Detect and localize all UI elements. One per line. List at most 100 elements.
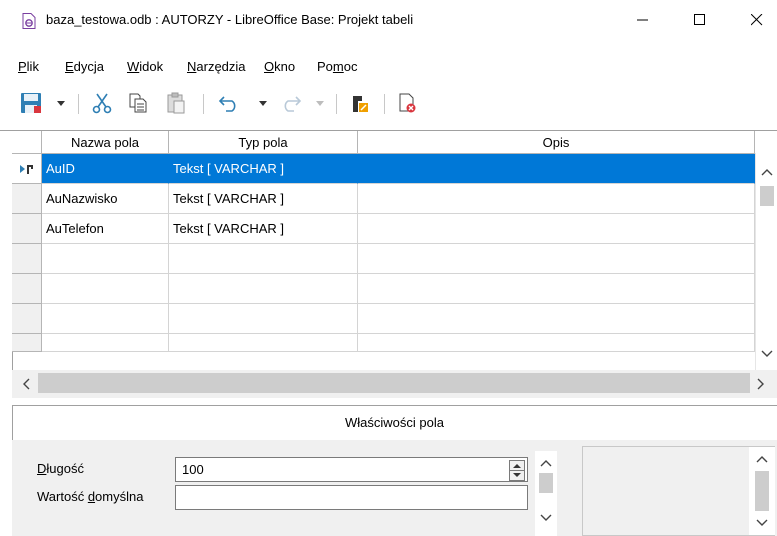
field-properties-panel: Długość 100 Wartość domyślna [12, 440, 777, 536]
cell-field-name[interactable] [42, 244, 169, 274]
copy-icon [129, 93, 147, 113]
menu-pomoc-rest: oc [343, 59, 358, 74]
row-header[interactable] [12, 244, 42, 274]
minimize-button[interactable] [620, 0, 666, 40]
save-dropdown-button[interactable] [54, 86, 68, 120]
cell-field-description[interactable] [358, 304, 755, 334]
cell-field-name[interactable]: AuTelefon [42, 214, 169, 244]
menu-widok[interactable]: Widok [127, 59, 163, 74]
undo-dropdown-button[interactable] [256, 86, 270, 120]
row-header[interactable] [12, 304, 42, 334]
spin-arrows-icon [510, 464, 524, 477]
index-design-button[interactable] [393, 86, 421, 120]
column-header-typ[interactable]: Typ pola [169, 131, 358, 154]
paste-icon [167, 92, 185, 114]
cell-field-type[interactable] [169, 274, 358, 304]
header-filler [755, 131, 777, 154]
toolbar-separator [336, 94, 337, 114]
row-header[interactable] [12, 184, 42, 214]
save-button[interactable] [18, 86, 44, 120]
scroll-down-icon[interactable] [540, 514, 552, 522]
field-properties-header: Właściwości pola [12, 405, 777, 441]
cell-field-type[interactable]: Tekst [ VARCHAR ] [169, 214, 358, 244]
paste-button[interactable] [162, 86, 190, 120]
row-header[interactable] [12, 334, 42, 352]
horizontal-scrollbar[interactable] [12, 370, 777, 398]
menu-okno[interactable]: Okno [264, 59, 295, 74]
horizontal-scroll-thumb[interactable] [38, 373, 750, 393]
cell-field-name[interactable] [42, 334, 169, 352]
copy-button[interactable] [124, 86, 152, 120]
cell-field-name[interactable]: AuNazwisko [42, 184, 169, 214]
menu-plik[interactable]: Plik [18, 59, 39, 74]
save-icon [21, 93, 41, 113]
cell-field-type[interactable] [169, 244, 358, 274]
table-design-grid: Nazwa pola Typ pola Opis AuID Tekst [ VA… [0, 130, 777, 399]
row-header[interactable] [12, 274, 42, 304]
scroll-right-icon[interactable] [757, 378, 765, 390]
splitter[interactable] [0, 398, 777, 405]
cell-field-type[interactable] [169, 334, 358, 352]
cell-field-type[interactable]: Tekst [ VARCHAR ] [169, 154, 358, 184]
cell-field-name[interactable]: AuID [42, 154, 169, 184]
cell-field-description[interactable] [358, 244, 755, 274]
length-value: 100 [182, 462, 204, 477]
scroll-up-icon[interactable] [761, 168, 773, 176]
help-scrollbar[interactable] [749, 447, 775, 535]
maximize-icon [694, 14, 705, 25]
scroll-up-icon[interactable] [540, 459, 552, 467]
dropdown-arrow-icon [259, 100, 267, 106]
maximize-button[interactable] [677, 0, 723, 40]
cell-field-description[interactable] [358, 274, 755, 304]
cell-field-type[interactable]: Tekst [ VARCHAR ] [169, 184, 358, 214]
scroll-up-icon[interactable] [756, 455, 768, 463]
properties-scrollbar[interactable] [535, 451, 557, 536]
title-bar: baza_testowa.odb : AUTORZY - LibreOffice… [0, 0, 777, 40]
cut-icon [92, 93, 112, 114]
menu-edycja[interactable]: Edycja [65, 59, 104, 74]
help-scroll-thumb[interactable] [755, 471, 769, 511]
primary-key-row-icon [20, 165, 33, 174]
cell-field-name[interactable] [42, 274, 169, 304]
close-button[interactable] [734, 0, 777, 40]
primary-key-icon [353, 96, 368, 112]
row-header-selected[interactable] [12, 154, 42, 184]
cut-button[interactable] [88, 86, 116, 120]
cell-field-description[interactable] [358, 184, 755, 214]
libreoffice-base-icon [22, 13, 36, 29]
corner-header [12, 131, 42, 154]
index-design-icon [399, 93, 416, 113]
dropdown-arrow-icon [316, 100, 324, 106]
redo-button[interactable] [276, 86, 306, 120]
properties-scroll-thumb[interactable] [539, 473, 553, 493]
vertical-scrollbar[interactable] [755, 153, 777, 370]
default-value-field[interactable] [175, 485, 528, 510]
cell-field-description[interactable] [358, 154, 755, 184]
toolbar-separator [203, 94, 204, 114]
cell-field-description[interactable] [358, 214, 755, 244]
menu-pomoc-label: Po [317, 59, 333, 74]
cell-field-description[interactable] [358, 334, 755, 352]
redo-dropdown-button[interactable] [313, 86, 327, 120]
scroll-down-icon[interactable] [756, 519, 768, 527]
undo-button[interactable] [214, 86, 244, 120]
field-properties-title: Właściwości pola [345, 415, 444, 430]
toolbar-separator [78, 94, 79, 114]
cell-field-type[interactable] [169, 304, 358, 334]
primary-key-button[interactable] [346, 86, 374, 120]
undo-icon [218, 96, 236, 112]
length-spin-button[interactable] [509, 460, 525, 481]
vertical-scroll-thumb[interactable] [760, 186, 774, 206]
row-header[interactable] [12, 214, 42, 244]
column-header-opis[interactable]: Opis [358, 131, 755, 154]
close-icon [751, 14, 763, 26]
default-value-label: Wartość domyślna [37, 489, 144, 504]
menu-narzedzia[interactable]: Narzędzia [187, 59, 246, 74]
cell-field-name[interactable] [42, 304, 169, 334]
scroll-down-icon[interactable] [761, 350, 773, 358]
window-title: baza_testowa.odb : AUTORZY - LibreOffice… [46, 12, 414, 27]
scroll-left-icon[interactable] [22, 378, 30, 390]
length-field[interactable]: 100 [175, 457, 528, 482]
column-header-nazwa[interactable]: Nazwa pola [42, 131, 169, 154]
menu-pomoc[interactable]: Pomoc [317, 59, 357, 74]
